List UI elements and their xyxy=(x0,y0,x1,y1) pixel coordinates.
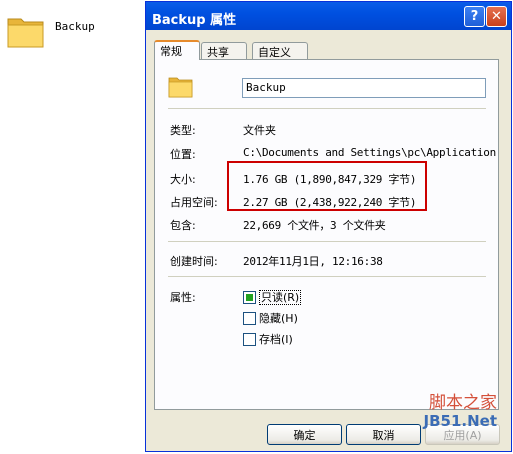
window-title: Backup 属性 xyxy=(152,13,237,28)
ok-button[interactable]: 确定 xyxy=(267,424,342,445)
folder-name-input[interactable]: Backup xyxy=(242,78,486,98)
hidden-checkbox[interactable] xyxy=(243,312,256,325)
hidden-checkbox-label: 隐藏(H) xyxy=(259,312,298,325)
type-value: 文件夹 xyxy=(243,124,276,137)
general-panel: Backup 类型: 文件夹 位置: C:\Documents and Sett… xyxy=(154,59,499,410)
created-label: 创建时间: xyxy=(170,255,218,268)
help-button[interactable]: ? xyxy=(464,6,485,27)
divider xyxy=(168,241,486,242)
watermark: 脚本之家 JB51.Net xyxy=(424,394,497,429)
watermark-line2: JB51.Net xyxy=(423,411,497,430)
attributes-label: 属性: xyxy=(170,291,196,304)
close-button[interactable]: ✕ xyxy=(486,6,507,27)
properties-window: Backup 属性 ? ✕ 常规 共享 自定义 Backup 类型: 文件夹 位… xyxy=(145,1,512,452)
watermark-line1: 脚本之家 xyxy=(429,393,497,413)
contains-label: 包含: xyxy=(170,219,196,232)
folder-icon xyxy=(168,77,193,98)
size-label: 大小: xyxy=(170,173,196,186)
highlight-box xyxy=(227,161,427,211)
archive-checkbox[interactable] xyxy=(243,333,256,346)
disk-size-label: 占用空间: xyxy=(170,196,218,209)
tab-customize[interactable]: 自定义 xyxy=(252,42,308,59)
divider xyxy=(168,108,486,109)
type-label: 类型: xyxy=(170,124,196,137)
readonly-checkbox-label: 只读(R) xyxy=(259,289,302,305)
readonly-checkbox[interactable] xyxy=(243,291,256,304)
created-value: 2012年11月1日, 12:16:38 xyxy=(243,255,383,268)
divider xyxy=(168,276,486,277)
help-icon: ? xyxy=(470,9,479,24)
tab-general[interactable]: 常规 xyxy=(154,40,200,60)
location-label: 位置: xyxy=(170,148,196,161)
title-bar[interactable]: Backup 属性 ? ✕ xyxy=(146,2,511,30)
contains-value: 22,669 个文件，3 个文件夹 xyxy=(243,219,386,232)
tab-sharing[interactable]: 共享 xyxy=(201,42,247,59)
location-value: C:\Documents and Settings\pc\Application xyxy=(243,146,496,159)
desktop-folder-label[interactable]: Backup xyxy=(55,20,95,33)
folder-icon[interactable] xyxy=(6,10,46,50)
archive-checkbox-label: 存档(I) xyxy=(259,333,293,346)
readonly-label-text: 只读(R) xyxy=(259,290,302,305)
close-icon: ✕ xyxy=(491,9,502,24)
cancel-button[interactable]: 取消 xyxy=(346,424,421,445)
